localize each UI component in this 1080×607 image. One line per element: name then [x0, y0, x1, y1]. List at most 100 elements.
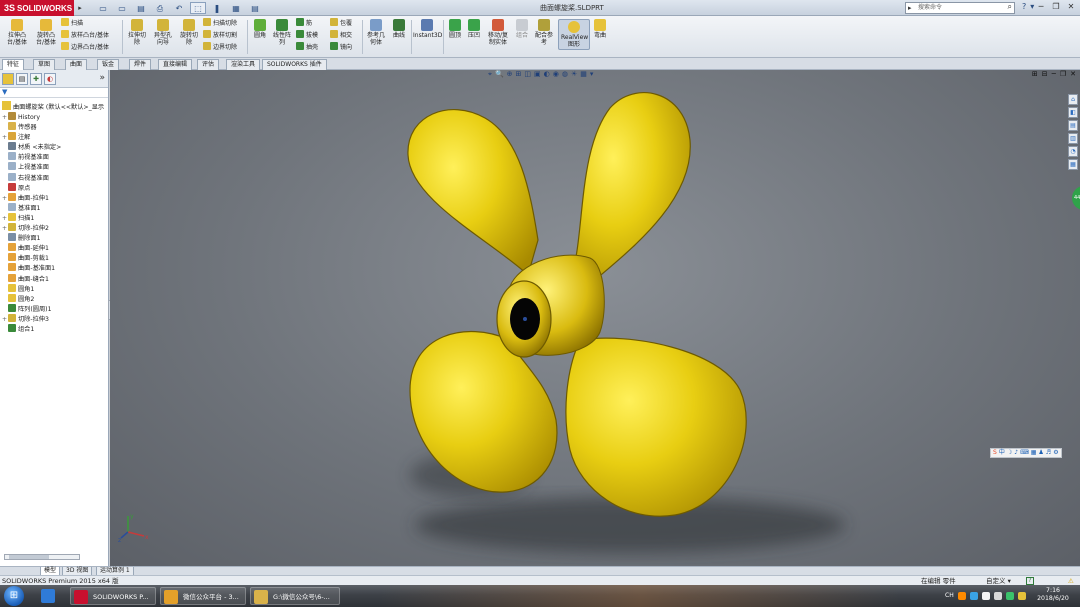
file-properties-button[interactable]: ▦ — [228, 2, 244, 14]
new-document-button[interactable]: ▭ — [95, 2, 111, 14]
curves-button[interactable]: 曲线 — [389, 19, 409, 39]
tree-node[interactable]: 曲面-延伸1 — [2, 243, 108, 253]
display-manager-tab-icon[interactable]: ◐ — [44, 73, 56, 85]
tree-node[interactable]: 右视基准面 — [2, 172, 108, 183]
design-library-icon[interactable]: ◧ — [1068, 107, 1078, 118]
open-document-button[interactable]: ▭ — [114, 2, 130, 14]
sweep-button[interactable]: 扫描 — [61, 18, 83, 29]
print-button[interactable]: ⎙ — [152, 2, 168, 14]
tree-node[interactable]: 删除面1 — [2, 233, 108, 243]
ime-toolbox-icon[interactable]: ▦ — [1031, 449, 1037, 457]
move-copy-bodies-button[interactable]: 移动/复 制实体 — [485, 19, 511, 46]
doc-close-icon[interactable]: ✕ — [1070, 70, 1076, 78]
ime-skin-icon[interactable]: ♟ — [1038, 449, 1043, 457]
tab-surfaces[interactable]: 曲面 — [65, 59, 88, 70]
tree-node[interactable]: + 切除-拉伸2 — [2, 223, 108, 233]
tree-node[interactable]: 曲面-缝合1 — [2, 273, 108, 284]
volume-tray-icon[interactable] — [981, 592, 990, 600]
linear-pattern-button[interactable]: 线性阵 列 — [272, 19, 292, 46]
custom-properties-icon[interactable]: ▦ — [1068, 159, 1078, 170]
select-button[interactable]: ⬚ — [190, 2, 206, 14]
indent-button[interactable]: 压凹 — [465, 19, 483, 39]
language-indicator[interactable]: CH — [945, 587, 954, 605]
taskbar-app-browser[interactable] — [38, 587, 62, 605]
security-tray-icon[interactable] — [1005, 592, 1014, 600]
loft-button[interactable]: 放样凸台/基体 — [61, 30, 109, 41]
edit-appearance-icon[interactable]: ◍ — [562, 70, 568, 82]
graphics-area[interactable]: ⌖ 🔍 ⊕ ⊞ ◫ ▣ ◐ ◉ ◍ ☀ ▦ ▾ ⊞ ⊟ ─ ❐ ✕ ⌂ ◧ ▤ … — [110, 70, 1080, 566]
undo-button[interactable]: ↶ — [171, 2, 187, 14]
tab-direct-editing[interactable]: 直接编辑 — [158, 59, 193, 70]
taskbar-app-wechat-platform[interactable]: 微信公众平台 - 3... — [160, 587, 246, 605]
search-commands-input[interactable]: ▸ 搜索命令 ⌕ — [905, 2, 1015, 14]
swept-cut-button[interactable]: 扫描切除 — [203, 18, 237, 29]
tree-node[interactable]: 曲面-基准面1 — [2, 263, 108, 273]
view-settings-dropdown-icon[interactable]: ▾ — [590, 70, 594, 82]
draft-button[interactable]: 拔模 — [296, 30, 318, 41]
ime-half-width-icon[interactable]: ☽ — [1007, 449, 1012, 457]
combine-button[interactable]: 组合 — [513, 19, 531, 39]
ime-keyboard-icon[interactable]: ⌨ — [1020, 449, 1029, 457]
tree-node[interactable]: 上视基准面 — [2, 162, 108, 172]
tab-solidworks-addins[interactable]: SOLIDWORKS 插件 — [262, 59, 327, 70]
tree-node[interactable]: + 曲面-拉伸1 — [2, 192, 108, 203]
feature-tree-tab-icon[interactable] — [2, 73, 14, 85]
solidworks-resources-icon[interactable]: ⌂ — [1068, 94, 1078, 105]
lofted-cut-button[interactable]: 放样切割 — [203, 30, 237, 41]
ime-tray-icon[interactable] — [957, 592, 966, 600]
file-explorer-icon[interactable]: ▤ — [1068, 120, 1078, 131]
tree-node[interactable]: 圆角1 — [2, 283, 108, 294]
property-manager-tab-icon[interactable]: ▤ — [16, 73, 28, 85]
view-orientation-icon[interactable]: ▣ — [534, 70, 541, 82]
wrap-button[interactable]: 包覆 — [330, 18, 352, 29]
view-settings-icon[interactable]: ▦ — [580, 70, 587, 82]
tree-node[interactable]: + 扫描1 — [2, 212, 108, 223]
revolve-boss-button[interactable]: 旋转凸 台/基体 — [32, 19, 60, 46]
flag-tray-icon[interactable] — [993, 592, 1002, 600]
network-tray-icon[interactable] — [969, 592, 978, 600]
system-clock[interactable]: 7:16 2018/6/20 — [1032, 587, 1074, 603]
tree-node[interactable]: 传感器 — [2, 122, 108, 132]
tile-vertical-icon[interactable]: ⊟ — [1042, 70, 1048, 78]
extrude-boss-button[interactable]: 拉伸凸 台/基体 — [3, 19, 31, 46]
boundary-boss-button[interactable]: 边界凸台/基体 — [61, 42, 109, 53]
ime-logo-icon[interactable]: S — [993, 449, 997, 457]
tree-node[interactable]: 曲面-剪裁1 — [2, 253, 108, 263]
doc-minimize-icon[interactable]: ─ — [1052, 70, 1056, 78]
mate-reference-button[interactable]: 配合参 考 — [533, 19, 555, 46]
hole-wizard-button[interactable]: 异型孔 向导 — [151, 19, 175, 46]
tree-node[interactable]: + 切除-拉伸3 — [2, 313, 108, 324]
zoom-to-fit-icon[interactable]: ⌖ — [488, 70, 492, 82]
realview-button[interactable]: RealView 图形 — [558, 19, 590, 50]
apply-scene-icon[interactable]: ☀ — [571, 70, 577, 82]
rebuild-button[interactable]: ❚ — [209, 2, 225, 14]
extrude-cut-button[interactable]: 拉伸切 除 — [125, 19, 149, 46]
help-icon[interactable]: ? — [1022, 2, 1026, 11]
doc-restore-icon[interactable]: ❐ — [1060, 70, 1066, 78]
restore-button[interactable]: ❐ — [1049, 1, 1063, 13]
view-palette-icon[interactable]: ▥ — [1068, 133, 1078, 144]
zoom-to-area-icon[interactable]: 🔍 — [495, 70, 504, 82]
dynamic-annotation-icon[interactable]: ◫ — [524, 70, 531, 82]
collapse-panel-icon[interactable]: » — [99, 73, 105, 83]
tree-node[interactable]: + History — [2, 112, 108, 122]
section-view-icon[interactable]: ⊞ — [516, 70, 522, 82]
revolve-cut-button[interactable]: 旋转切 除 — [177, 19, 201, 46]
intersect-button[interactable]: 相交 — [330, 30, 352, 41]
tab-sheet-metal[interactable]: 钣金 — [97, 59, 120, 70]
flex-button[interactable]: 弯曲 — [592, 19, 608, 39]
mirror-button[interactable]: 镜向 — [330, 42, 352, 53]
tab-evaluate[interactable]: 评估 — [197, 59, 220, 70]
app-tray-icon[interactable] — [1017, 592, 1026, 600]
menu-expand-icon[interactable]: ▸ — [75, 3, 85, 13]
start-button[interactable]: ⊞ — [4, 586, 24, 606]
shell-button[interactable]: 抽壳 — [296, 42, 318, 53]
ime-chinese-mode[interactable]: 中 — [999, 449, 1005, 457]
tab-features[interactable]: 特征 — [2, 59, 25, 70]
tree-node[interactable]: 前视基准面 — [2, 152, 108, 162]
tile-horizontal-icon[interactable]: ⊞ — [1032, 70, 1038, 78]
appearances-icon[interactable]: ◔ — [1068, 146, 1078, 157]
reference-geometry-button[interactable]: 参考几 何体 — [365, 19, 387, 46]
hide-show-items-icon[interactable]: ◉ — [553, 70, 559, 82]
fillet-button[interactable]: 圆角 — [250, 19, 270, 39]
